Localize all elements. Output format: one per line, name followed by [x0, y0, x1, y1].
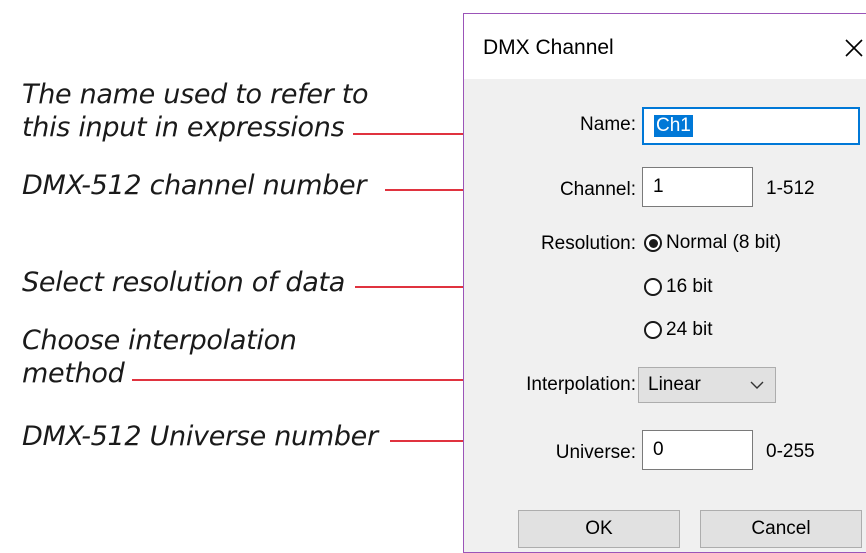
- channel-range: 1-512: [766, 178, 815, 199]
- chevron-down-icon: [750, 381, 764, 389]
- dialog-title: DMX Channel: [483, 36, 614, 59]
- channel-field-value: 1: [653, 176, 664, 197]
- annotation-line-interpolation: [132, 379, 477, 381]
- name-field-value: Ch1: [654, 115, 693, 137]
- interpolation-select[interactable]: Linear: [638, 367, 776, 403]
- annotation-channel: DMX-512 channel number: [22, 170, 367, 201]
- radio-indicator: [644, 321, 662, 339]
- close-icon: [845, 39, 863, 57]
- annotation-interpolation-line1: Choose interpolation: [22, 325, 297, 356]
- universe-label: Universe:: [555, 442, 636, 463]
- name-label: Name:: [580, 114, 636, 135]
- radio-24bit[interactable]: 24 bit: [644, 319, 712, 341]
- close-button[interactable]: [836, 30, 866, 66]
- resolution-label: Resolution:: [540, 233, 636, 254]
- radio-normal-8bit[interactable]: Normal (8 bit): [644, 232, 781, 254]
- annotation-name-line1: The name used to refer to: [22, 79, 369, 110]
- radio-normal-8bit-label: Normal (8 bit): [666, 232, 782, 253]
- universe-range: 0-255: [766, 441, 815, 462]
- radio-24bit-label: 24 bit: [666, 319, 713, 340]
- radio-16bit[interactable]: 16 bit: [644, 276, 712, 298]
- ok-button[interactable]: OK: [518, 510, 680, 548]
- radio-16bit-label: 16 bit: [666, 276, 713, 297]
- universe-field-value: 0: [653, 439, 664, 460]
- channel-field[interactable]: 1: [642, 167, 753, 207]
- universe-field[interactable]: 0: [642, 430, 753, 470]
- radio-indicator: [644, 278, 662, 296]
- title-bar: DMX Channel: [464, 14, 866, 79]
- cancel-button[interactable]: Cancel: [700, 510, 862, 548]
- interpolation-label: Interpolation:: [526, 374, 636, 395]
- dmx-channel-dialog: DMX Channel Name: Ch1 Channel: 1 1-512 R…: [463, 13, 866, 553]
- radio-selected-indicator: [644, 234, 662, 252]
- channel-label: Channel:: [559, 179, 636, 200]
- annotation-universe: DMX-512 Universe number: [22, 421, 378, 452]
- annotation-interpolation-line2: method: [22, 358, 125, 389]
- annotation-name-line2: this input in expressions: [22, 112, 345, 143]
- name-field[interactable]: Ch1: [642, 107, 860, 145]
- interpolation-select-value: Linear: [648, 374, 701, 395]
- annotation-resolution: Select resolution of data: [22, 267, 346, 298]
